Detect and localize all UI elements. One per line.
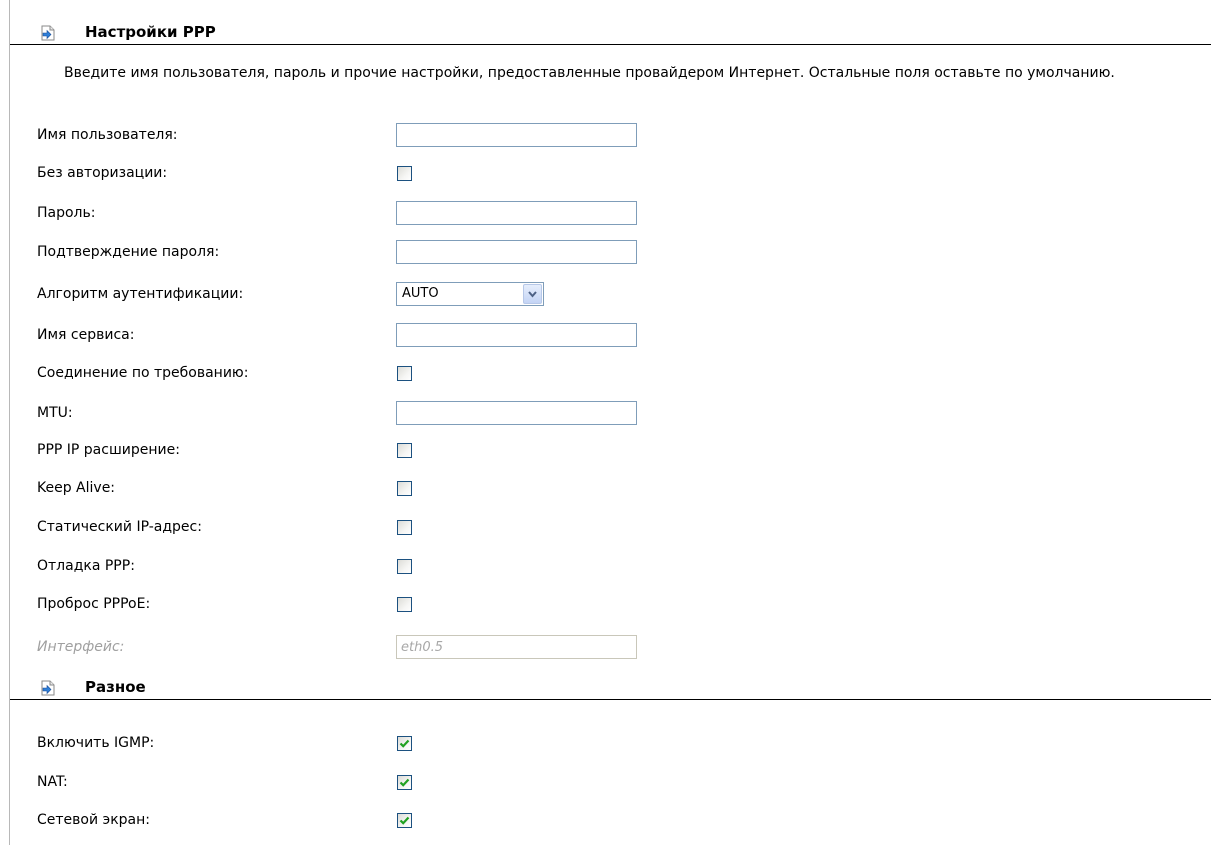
static-ip-row: Статический IP-адрес: xyxy=(0,513,1221,543)
on-demand-label: Соединение по требованию: xyxy=(37,365,249,381)
ppp-ip-ext-checkbox[interactable] xyxy=(397,443,412,458)
password-confirm-label: Подтверждение пароля: xyxy=(37,244,220,260)
on-demand-row: Соединение по требованию: xyxy=(0,359,1221,389)
nat-row: NAT: xyxy=(0,768,1221,798)
service-name-label: Имя сервиса: xyxy=(37,327,135,343)
auth-algorithm-label: Алгоритм аутентификации: xyxy=(37,286,244,302)
firewall-checkbox[interactable] xyxy=(397,813,412,828)
username-row: Имя пользователя: xyxy=(0,121,1221,151)
misc-section-header: Разное xyxy=(10,677,1211,700)
section-arrow-icon xyxy=(41,680,55,696)
check-mark-icon xyxy=(399,816,410,825)
igmp-label: Включить IGMP: xyxy=(37,735,155,751)
username-input[interactable] xyxy=(396,123,637,147)
dropdown-button[interactable] xyxy=(523,284,542,304)
ppp-ip-ext-label: PPP IP расширение: xyxy=(37,442,180,458)
mtu-label: MTU: xyxy=(37,405,73,421)
password-confirm-row: Подтверждение пароля: xyxy=(0,238,1221,268)
interface-label: Интерфейс: xyxy=(37,639,125,655)
auth-algorithm-value: AUTO xyxy=(402,286,439,301)
password-confirm-input[interactable] xyxy=(396,240,637,264)
static-ip-checkbox[interactable] xyxy=(397,520,412,535)
keep-alive-row: Keep Alive: xyxy=(0,474,1221,504)
auth-algorithm-row: Алгоритм аутентификации: AUTO xyxy=(0,280,1221,310)
nat-checkbox[interactable] xyxy=(397,775,412,790)
keep-alive-label: Keep Alive: xyxy=(37,480,116,496)
misc-section-title: Разное xyxy=(85,678,146,696)
auth-algorithm-select[interactable]: AUTO xyxy=(396,282,544,306)
ppp-ip-ext-row: PPP IP расширение: xyxy=(0,436,1221,466)
pppoe-passthrough-label: Проброс PPPoE: xyxy=(37,596,151,612)
mtu-row: MTU: xyxy=(0,399,1221,429)
no-auth-checkbox[interactable] xyxy=(397,166,412,181)
chevron-down-icon xyxy=(528,291,537,298)
firewall-label: Сетевой экран: xyxy=(37,812,150,828)
igmp-checkbox[interactable] xyxy=(397,736,412,751)
static-ip-label: Статический IP-адрес: xyxy=(37,519,202,535)
keep-alive-checkbox[interactable] xyxy=(397,481,412,496)
ppp-section-header: Настройки PPP xyxy=(10,22,1211,45)
on-demand-checkbox[interactable] xyxy=(397,366,412,381)
pppoe-passthrough-row: Проброс PPPoE: xyxy=(0,590,1221,620)
check-mark-icon xyxy=(399,739,410,748)
firewall-row: Сетевой экран: xyxy=(0,806,1221,836)
igmp-row: Включить IGMP: xyxy=(0,729,1221,759)
section-arrow-icon xyxy=(41,25,55,41)
ppp-debug-row: Отладка PPP: xyxy=(0,552,1221,582)
password-input[interactable] xyxy=(396,201,637,225)
nat-label: NAT: xyxy=(37,774,68,790)
password-label: Пароль: xyxy=(37,205,96,221)
ppp-debug-checkbox[interactable] xyxy=(397,559,412,574)
ppp-intro-text: Введите имя пользователя, пароль и прочи… xyxy=(64,65,1115,81)
mtu-input[interactable] xyxy=(396,401,637,425)
username-label: Имя пользователя: xyxy=(37,127,178,143)
password-row: Пароль: xyxy=(0,199,1221,229)
pppoe-passthrough-checkbox[interactable] xyxy=(397,597,412,612)
no-auth-label: Без авторизации: xyxy=(37,165,168,181)
check-mark-icon xyxy=(399,778,410,787)
interface-row: Интерфейс: xyxy=(0,633,1221,663)
service-name-input[interactable] xyxy=(396,323,637,347)
no-auth-row: Без авторизации: xyxy=(0,159,1221,189)
interface-input xyxy=(396,635,637,659)
service-name-row: Имя сервиса: xyxy=(0,321,1221,351)
ppp-debug-label: Отладка PPP: xyxy=(37,558,135,574)
ppp-section-title: Настройки PPP xyxy=(85,23,216,41)
